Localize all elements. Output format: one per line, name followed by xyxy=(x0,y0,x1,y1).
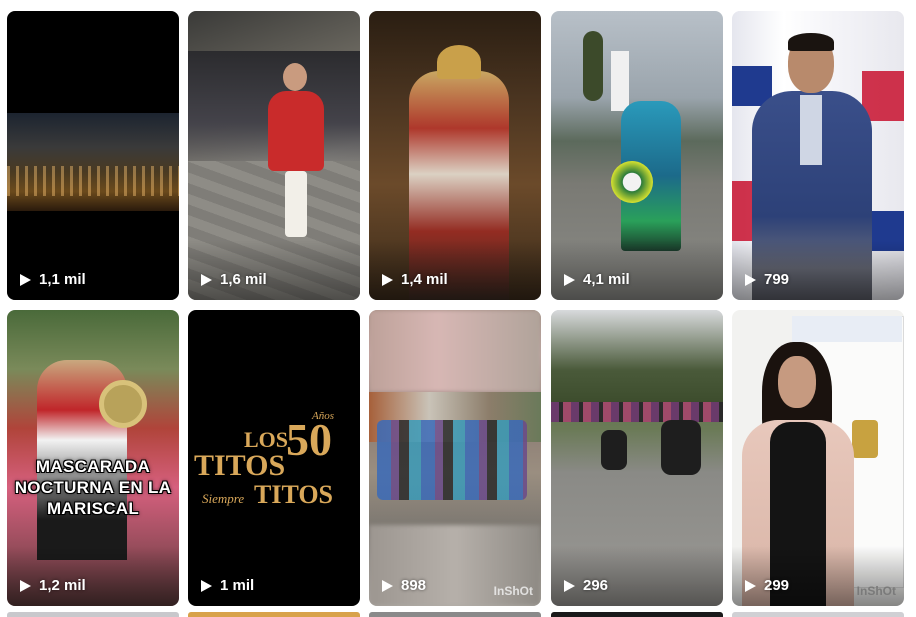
thumbnail-image xyxy=(369,310,541,392)
video-thumbnail[interactable]: LOS 50 Años TITOS Siempre TITOS 1 mil xyxy=(188,310,360,606)
thumbnail-figure xyxy=(285,171,307,237)
view-count: 1 mil xyxy=(200,577,254,594)
thumbnail-figure xyxy=(778,356,816,408)
next-row-thumbnail[interactable] xyxy=(732,612,904,617)
view-count-label: 296 xyxy=(583,577,609,594)
thumbnail-image-detail xyxy=(551,402,723,422)
watermark: InShOt xyxy=(493,584,533,598)
thumbnail-shade xyxy=(188,240,360,300)
play-icon xyxy=(564,579,575,592)
next-row-thumbnail[interactable] xyxy=(188,612,360,617)
thumbnail-figure xyxy=(601,430,627,470)
thumbnail-shade xyxy=(7,240,179,300)
los-titos-logo: LOS 50 Años TITOS Siempre TITOS xyxy=(194,410,334,509)
play-icon xyxy=(745,273,756,286)
play-icon xyxy=(20,273,31,286)
thumbnail-figure xyxy=(788,33,834,51)
play-icon xyxy=(745,579,756,592)
thumbnail-caption: MASCARADA NOCTURNA EN LA MARISCAL xyxy=(14,457,172,518)
logo-titos: TITOS xyxy=(194,449,285,482)
thumbnail-figure xyxy=(611,161,653,203)
thumbnail-figure xyxy=(283,63,307,91)
thumbnail-figure xyxy=(99,380,147,428)
video-thumbnail[interactable]: 898 InShOt xyxy=(369,310,541,606)
thumbnail-shade xyxy=(369,240,541,300)
logo-siempre: Siempre xyxy=(202,491,244,506)
thumbnail-shade xyxy=(7,546,179,606)
thumbnail-image-detail xyxy=(7,166,179,196)
view-count: 4,1 mil xyxy=(563,271,630,288)
thumbnail-figure xyxy=(268,91,324,171)
video-thumbnail[interactable]: 4,1 mil xyxy=(551,11,723,300)
video-thumbnail[interactable]: 1,4 mil xyxy=(369,11,541,300)
video-grid: 1,1 mil 1,6 mil 1,4 mil 4,1 mil 799 MASC… xyxy=(0,0,916,617)
play-icon xyxy=(201,579,212,592)
logo-titos-2: TITOS xyxy=(254,480,333,509)
view-count: 1,2 mil xyxy=(19,577,86,594)
view-count: 799 xyxy=(744,271,789,288)
video-thumbnail[interactable]: 799 xyxy=(732,11,904,300)
view-count-label: 1,4 mil xyxy=(401,271,448,288)
thumbnail-image-detail xyxy=(611,51,629,111)
thumbnail-image-detail xyxy=(852,420,878,458)
thumbnail-figure xyxy=(661,420,701,475)
thumbnail-image-detail xyxy=(792,316,902,342)
next-row-thumbnail[interactable] xyxy=(551,612,723,617)
next-row-thumbnail[interactable] xyxy=(7,612,179,617)
video-thumbnail[interactable]: MASCARADA NOCTURNA EN LA MARISCAL 1,2 mi… xyxy=(7,310,179,606)
thumbnail-shade xyxy=(732,240,904,300)
thumbnail-shade xyxy=(551,240,723,300)
thumbnail-figure xyxy=(377,420,527,500)
play-icon xyxy=(201,273,212,286)
view-count-label: 299 xyxy=(764,577,790,594)
video-thumbnail[interactable]: 1,6 mil xyxy=(188,11,360,300)
thumbnail-image xyxy=(7,113,179,211)
view-count: 898 xyxy=(381,577,426,594)
thumbnail-image xyxy=(551,310,723,410)
watermark: InShOt xyxy=(856,584,896,598)
video-thumbnail[interactable]: 1,1 mil xyxy=(7,11,179,300)
view-count: 1,1 mil xyxy=(19,271,86,288)
view-count-label: 898 xyxy=(401,577,427,594)
view-count-label: 799 xyxy=(764,271,790,288)
view-count-label: 1 mil xyxy=(220,577,255,594)
view-count: 299 xyxy=(744,577,789,594)
play-icon xyxy=(564,273,575,286)
thumbnail-figure xyxy=(800,95,822,165)
video-thumbnail[interactable]: 299 InShOt xyxy=(732,310,904,606)
view-count-label: 4,1 mil xyxy=(583,271,630,288)
thumbnail-figure xyxy=(437,45,481,79)
play-icon xyxy=(382,579,393,592)
thumbnail-image-detail xyxy=(583,31,603,101)
view-count-label: 1,6 mil xyxy=(220,271,267,288)
thumbnail-shade xyxy=(551,546,723,606)
view-count: 1,6 mil xyxy=(200,271,267,288)
view-count-label: 1,2 mil xyxy=(39,577,86,594)
play-icon xyxy=(20,579,31,592)
next-row-thumbnail[interactable] xyxy=(369,612,541,617)
play-icon xyxy=(382,273,393,286)
view-count-label: 1,1 mil xyxy=(39,271,86,288)
view-count: 1,4 mil xyxy=(381,271,448,288)
video-thumbnail[interactable]: 296 xyxy=(551,310,723,606)
logo-years: Años xyxy=(311,410,334,422)
view-count: 296 xyxy=(563,577,608,594)
